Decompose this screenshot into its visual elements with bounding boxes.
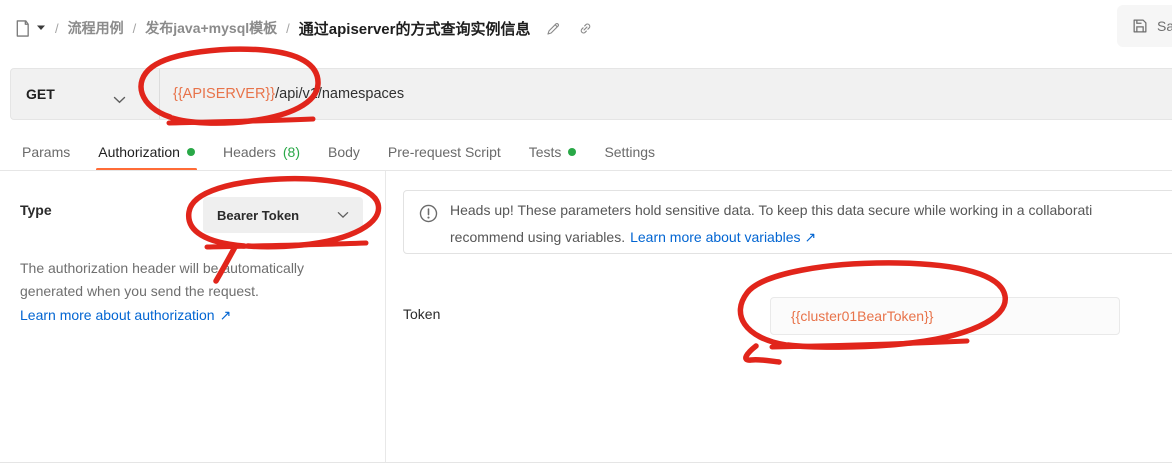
tab-tests[interactable]: Tests (529, 132, 577, 171)
annotation-tail-token (746, 346, 779, 362)
annotation-underline-token (772, 341, 967, 347)
tab-params[interactable]: Params (22, 132, 70, 171)
copy-link-icon[interactable] (577, 20, 594, 37)
tab-pre-request-script[interactable]: Pre-request Script (388, 132, 501, 171)
tab-label: Settings (604, 144, 655, 160)
edit-title-icon[interactable] (545, 20, 562, 37)
annotation-underline-bearer-token (207, 243, 366, 247)
request-title[interactable]: 通过apiserver的方式查询实例信息 (299, 18, 531, 39)
headers-count-badge: (8) (283, 144, 300, 160)
alert-circle-icon (419, 204, 438, 228)
warning-text-line1: Heads up! These parameters hold sensitiv… (450, 202, 1092, 218)
tab-label: Headers (223, 144, 276, 160)
breadcrumb-separator: / (286, 21, 290, 36)
warning-text-line2: recommend using variables. Learn more ab… (450, 229, 816, 246)
external-link-icon: ↗ (805, 229, 817, 246)
save-button[interactable]: Sa (1117, 5, 1172, 47)
panel-divider (385, 171, 386, 463)
method-label: GET (26, 86, 55, 102)
divider (0, 170, 1172, 171)
tab-headers[interactable]: Headers (8) (223, 132, 300, 171)
breadcrumb-item-collection[interactable]: 流程用例 (68, 18, 124, 38)
chevron-down-icon[interactable] (113, 91, 126, 109)
warning-text: recommend using variables. (450, 229, 625, 246)
breadcrumb-separator: / (55, 21, 59, 36)
tab-label: Body (328, 144, 360, 160)
tab-label: Pre-request Script (388, 144, 501, 160)
tab-label: Tests (529, 144, 562, 160)
save-icon (1131, 17, 1149, 35)
tab-body[interactable]: Body (328, 132, 360, 171)
tab-label: Params (22, 144, 70, 160)
link-label: Learn more about authorization (20, 307, 215, 324)
breadcrumb: / 流程用例 / 发布java+mysql模板 / 通过apiserver的方式… (14, 13, 594, 43)
chevron-down-icon (337, 211, 349, 219)
green-status-dot-icon (568, 148, 576, 156)
divider (159, 69, 160, 119)
tab-settings[interactable]: Settings (604, 132, 655, 171)
sensitive-data-warning-banner: Heads up! These parameters hold sensitiv… (403, 190, 1172, 254)
auth-type-dropdown[interactable]: Bearer Token (203, 197, 363, 233)
url-path: /api/v1/namespaces (275, 86, 404, 102)
token-label: Token (403, 306, 440, 322)
save-button-label: Sa (1157, 18, 1172, 34)
auth-helper-line1: The authorization header will be automat… (20, 257, 304, 280)
auth-helper-line2: generated when you send the request. (20, 280, 304, 303)
tab-label: Authorization (98, 144, 180, 160)
learn-more-authorization-link[interactable]: Learn more about authorization ↗ (20, 307, 231, 324)
request-tabs: Params Authorization Headers (8) Body Pre… (0, 132, 1172, 171)
method-selector[interactable]: GET (26, 69, 55, 119)
token-value: {{cluster01BearToken}} (791, 308, 933, 324)
request-url-bar: GET {{APISERVER}}/api/v1/namespaces (10, 68, 1172, 120)
external-link-icon: ↗ (220, 307, 232, 324)
auth-helper-text: The authorization header will be automat… (20, 257, 304, 303)
postman-request-view: / 流程用例 / 发布java+mysql模板 / 通过apiserver的方式… (0, 0, 1172, 463)
token-input[interactable]: {{cluster01BearToken}} (770, 297, 1120, 335)
link-label: Learn more about variables (630, 229, 800, 246)
green-status-dot-icon (187, 148, 195, 156)
url-input[interactable]: {{APISERVER}}/api/v1/namespaces (173, 69, 404, 119)
auth-type-selected-value: Bearer Token (217, 208, 299, 223)
auth-type-label: Type (20, 202, 52, 218)
learn-more-variables-link[interactable]: Learn more about variables ↗ (630, 229, 816, 246)
url-variable: {{APISERVER}} (173, 86, 275, 102)
breadcrumb-item-folder[interactable]: 发布java+mysql模板 (145, 18, 277, 38)
breadcrumb-separator: / (133, 21, 137, 36)
collection-file-icon[interactable] (14, 19, 31, 38)
breadcrumb-dropdown-caret-icon[interactable] (36, 25, 46, 31)
tab-authorization[interactable]: Authorization (98, 132, 195, 171)
